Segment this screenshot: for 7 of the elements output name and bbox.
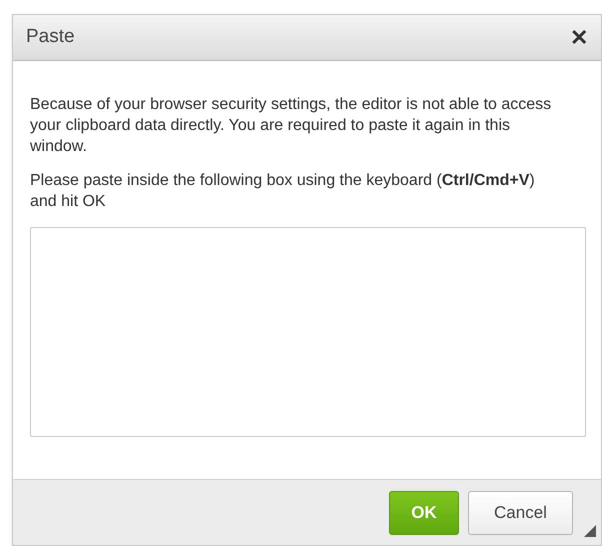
dialog-title: Paste: [26, 25, 75, 50]
paste-input-field[interactable]: [30, 227, 586, 437]
resize-handle-icon[interactable]: [584, 525, 596, 537]
close-button[interactable]: ✕: [570, 26, 588, 48]
paste-instruction: Please paste inside the following box using the keyboard (Ctrl/Cmd+V) and hit OK: [30, 171, 536, 212]
security-message: Because of your browser security settings, the editor is not able to access your clipboard data directly. You are required to paste it again in this window.: [30, 95, 552, 157]
cancel-button[interactable]: Cancel: [468, 490, 573, 534]
